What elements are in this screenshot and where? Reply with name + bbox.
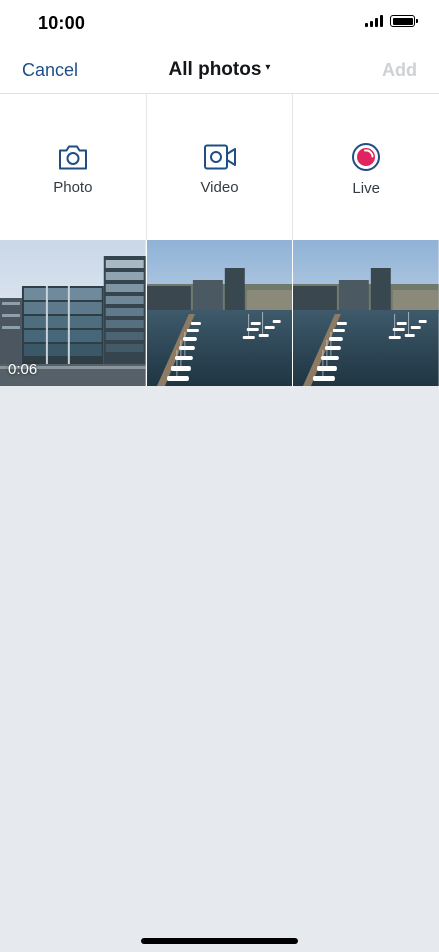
media-thumbnail-photo[interactable] (293, 240, 439, 386)
status-bar: 10:00 (0, 0, 439, 46)
capture-video-label: Video (200, 178, 239, 196)
signal-icon (365, 15, 383, 27)
battery-icon (390, 15, 418, 27)
caret-down-icon: ▾ (265, 62, 271, 74)
go-live-button[interactable]: Live (293, 94, 439, 240)
media-grid: 0:06 (0, 240, 439, 386)
nav-bar: Cancel All photos ▾ Add (0, 46, 439, 94)
status-time: 10:00 (38, 13, 86, 33)
media-thumbnail-video[interactable]: 0:06 (0, 240, 146, 386)
video-camera-icon (203, 144, 236, 169)
marina-image (293, 240, 439, 386)
phone-screen: 10:00 Cancel All photos ▾ Add Photo Vide… (0, 0, 439, 952)
capture-options: Photo Video Live (0, 94, 439, 240)
album-selector[interactable]: All photos ▾ (0, 59, 439, 81)
camera-icon (58, 145, 87, 169)
capture-video-button[interactable]: Video (147, 94, 294, 240)
live-broadcast-icon (352, 142, 381, 171)
status-icons (365, 15, 418, 27)
go-live-label: Live (352, 179, 380, 197)
capture-photo-label: Photo (53, 178, 93, 196)
video-duration: 0:06 (8, 361, 38, 378)
album-title: All photos (168, 59, 262, 80)
home-indicator[interactable] (141, 938, 298, 944)
media-thumbnail-photo[interactable] (146, 240, 293, 386)
add-button[interactable]: Add (382, 60, 417, 81)
capture-photo-button[interactable]: Photo (0, 94, 147, 240)
marina-image (146, 240, 293, 386)
